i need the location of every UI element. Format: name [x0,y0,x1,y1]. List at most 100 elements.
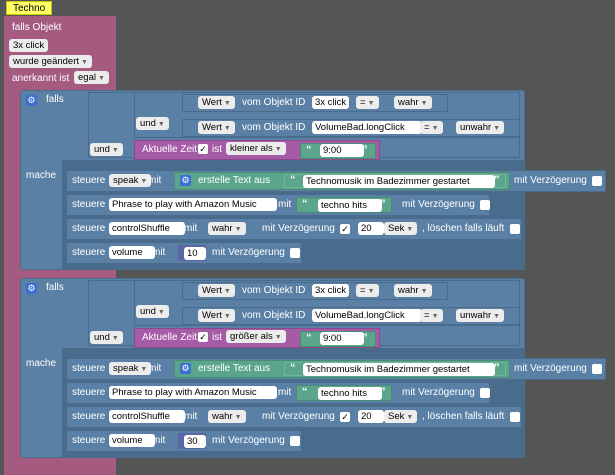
time-checkbox[interactable] [198,332,208,342]
compare-dropdown[interactable]: kleiner als ▼ [226,142,286,155]
object-select[interactable]: controlShuffle [109,410,185,423]
clear-running-label: , löschen falls läuft [422,411,505,422]
and-dropdown-outer[interactable]: und ▼ [90,143,123,156]
volume-input[interactable]: 10 [184,247,206,260]
delay-checkbox[interactable] [480,200,490,210]
and-dropdown-inner[interactable]: und ▼ [136,305,169,318]
speak-text-input[interactable]: Technomusik im Badezimmer gestartet [303,363,495,376]
chevron-down-icon: ▼ [157,309,165,316]
create-text-label: erstelle Text aus [198,175,271,186]
bool-dropdown-value: unwahr [460,122,492,133]
time-input[interactable]: 9:00 [320,332,364,345]
mache-label: mache [26,170,57,181]
delay-checkbox[interactable] [480,388,490,398]
bool-dropdown[interactable]: unwahr ▼ [456,121,505,134]
object-select[interactable]: volume [109,434,155,447]
chevron-down-icon: ▼ [157,121,165,128]
vom-objekt-label: vom Objekt ID [242,310,306,321]
delay-checkbox[interactable] [340,412,350,422]
steuere-label: steuere [72,247,106,258]
object-select-value: speak [113,363,139,374]
object-select[interactable]: speak ▼ [109,174,152,187]
object-select[interactable]: Phrase to play with Amazon Music [109,198,277,211]
operator-dropdown[interactable]: = ▼ [356,96,379,109]
settings-gear-icon[interactable]: ⚙ [180,363,191,374]
trigger-title[interactable]: Techno [6,1,53,15]
speak-text-input[interactable]: Technomusik im Badezimmer gestartet [303,175,495,188]
phrase-text-input[interactable]: techno hits [318,199,382,212]
compare-dropdown[interactable]: größer als ▼ [226,330,286,343]
unit-dropdown-value: Sek [388,223,405,234]
object-select[interactable]: Phrase to play with Amazon Music [109,386,277,399]
mit-label: mit [152,247,166,258]
chevron-down-icon: ▼ [420,100,428,107]
object-id-input[interactable]: 3x click [312,284,350,297]
delay-label: mit Verzögerung [212,435,285,446]
volume-input[interactable]: 30 [184,435,206,448]
and-dropdown-outer[interactable]: und ▼ [90,331,123,344]
bool-dropdown[interactable]: wahr ▼ [208,222,246,235]
steuere-label: steuere [72,387,106,398]
value-dropdown[interactable]: Wert ▼ [198,121,235,134]
chevron-down-icon: ▼ [140,366,148,373]
operator-dropdown[interactable]: = ▼ [420,309,443,322]
ack-dropdown[interactable]: egal ▼ [74,71,109,84]
delay-checkbox[interactable] [340,224,350,234]
bool-dropdown[interactable]: wahr ▼ [208,410,246,423]
delay-input[interactable]: 20 [358,222,384,235]
unit-dropdown[interactable]: Sek ▼ [384,410,418,423]
quote-close-icon: ” [380,386,386,398]
ack-dropdown-value: egal [78,72,96,83]
delay-checkbox[interactable] [290,436,300,446]
object-id-input[interactable]: VolumeBad.longClick [312,121,422,134]
chevron-down-icon: ▼ [493,125,501,132]
object-select[interactable]: speak ▼ [109,362,152,375]
chevron-down-icon: ▼ [223,100,231,107]
unit-dropdown[interactable]: Sek ▼ [384,222,418,235]
object-select[interactable]: controlShuffle [109,222,185,235]
chevron-down-icon: ▼ [431,313,439,320]
value-dropdown[interactable]: Wert ▼ [198,284,235,297]
time-checkbox[interactable] [198,144,208,154]
bool-dropdown-value: wahr [398,97,419,108]
object-select[interactable]: volume [109,246,155,259]
value-dropdown-value: Wert [202,97,222,108]
object-id-input[interactable]: VolumeBad.longClick [312,309,422,322]
and-dropdown-inner[interactable]: und ▼ [136,117,169,130]
settings-gear-icon[interactable]: ⚙ [26,283,37,294]
operator-dropdown-value: = [424,122,430,133]
steuere-label: steuere [72,411,106,422]
quote-open-icon: “ [290,362,296,374]
settings-gear-icon[interactable]: ⚙ [26,95,37,106]
steuere-label: steuere [72,363,106,374]
change-dropdown-value: wurde geändert [13,56,80,67]
object-id-field[interactable]: 3x click [9,39,49,52]
object-id-input[interactable]: 3x click [312,96,350,109]
delay-label: mit Verzögerung [402,387,475,398]
delay-checkbox[interactable] [592,364,602,374]
time-input[interactable]: 9:00 [320,144,364,157]
bool-dropdown[interactable]: wahr ▼ [394,96,432,109]
value-dropdown[interactable]: Wert ▼ [198,96,235,109]
delay-label: mit Verzögerung [262,223,335,234]
clear-running-checkbox[interactable] [510,224,520,234]
phrase-text-input[interactable]: techno hits [318,387,382,400]
clear-running-checkbox[interactable] [510,412,520,422]
delay-input[interactable]: 20 [358,410,384,423]
bool-dropdown[interactable]: unwahr ▼ [456,309,505,322]
value-dropdown[interactable]: Wert ▼ [198,309,235,322]
settings-gear-icon[interactable]: ⚙ [180,175,191,186]
falls-objekt-label: falls Objekt [12,22,62,33]
operator-dropdown[interactable]: = ▼ [420,121,443,134]
operator-dropdown[interactable]: = ▼ [356,284,379,297]
chevron-down-icon: ▼ [234,414,242,421]
chevron-down-icon: ▼ [140,178,148,185]
delay-label: mit Verzögerung [514,363,587,374]
bool-dropdown[interactable]: wahr ▼ [394,284,432,297]
delay-checkbox[interactable] [592,176,602,186]
bool-dropdown-value: unwahr [460,310,492,321]
quote-close-icon: ” [362,144,368,156]
delay-checkbox[interactable] [290,248,300,258]
chevron-down-icon: ▼ [111,147,119,154]
change-dropdown[interactable]: wurde geändert ▼ [9,55,92,68]
